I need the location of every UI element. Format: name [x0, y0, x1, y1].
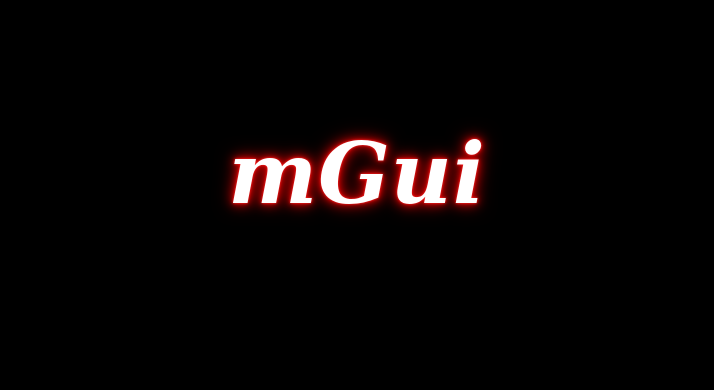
splash-screen: mGui: [0, 0, 714, 390]
app-logo-text: mGui: [228, 124, 486, 223]
